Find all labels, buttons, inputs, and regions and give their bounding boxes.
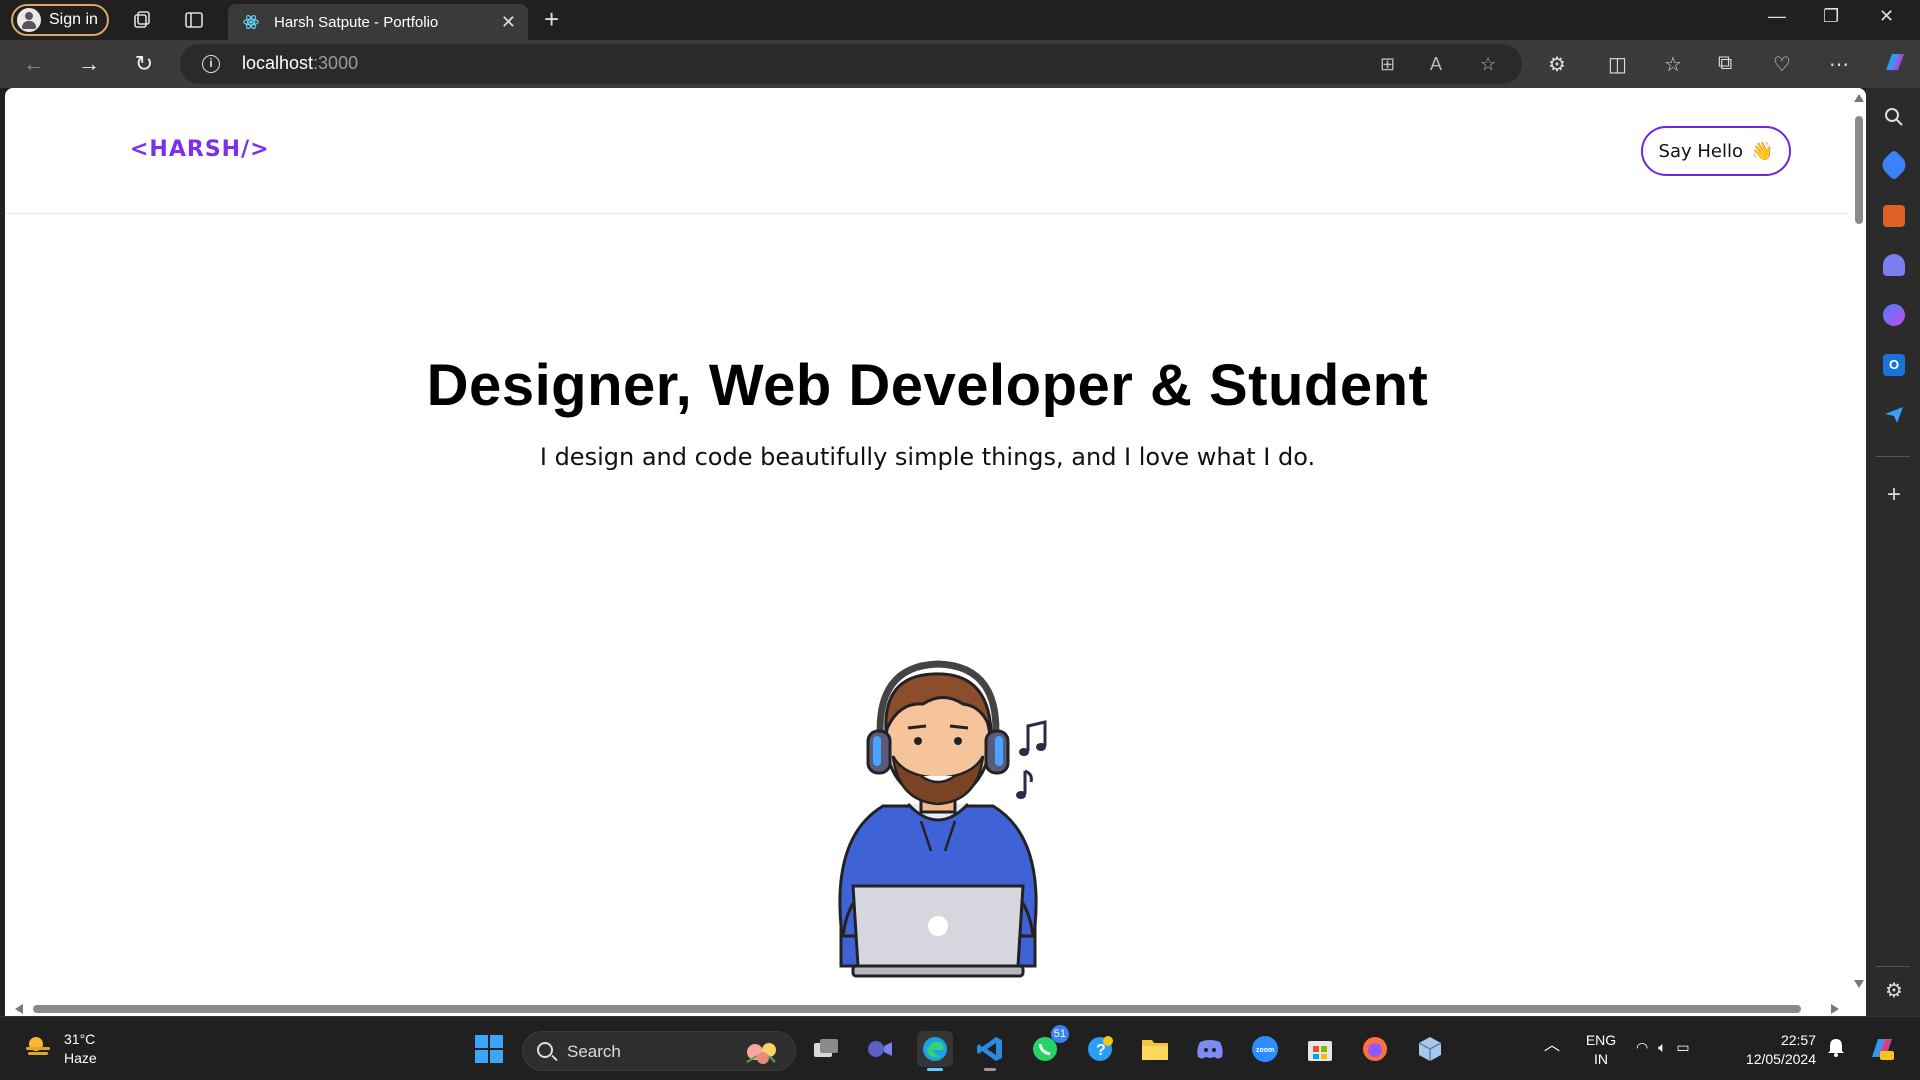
page-viewport: <HARSH/> Say Hello 👋 Designer, Web Devel… (5, 88, 1866, 1016)
extensions-icon[interactable]: ⚙ (1548, 52, 1566, 77)
hero-title: Designer, Web Developer & Student (426, 353, 1429, 418)
music-notes-icon (1016, 720, 1047, 799)
whatsapp-icon[interactable]: 51 (1027, 1025, 1069, 1067)
tools-icon[interactable] (1883, 205, 1905, 227)
volume-icon: 🔈︎ (1658, 1039, 1667, 1055)
tab-title: Harsh Satpute - Portfolio (274, 13, 439, 31)
discord-icon[interactable] (1192, 1031, 1228, 1067)
react-favicon (243, 15, 259, 29)
settings-icon[interactable]: ⚙ (1883, 980, 1905, 1002)
copilot-sidebar-icon[interactable] (1883, 304, 1905, 326)
svg-text:?: ? (1096, 1042, 1106, 1059)
horizontal-scroll-thumb[interactable] (33, 1005, 1801, 1013)
add-icon[interactable]: + (1883, 483, 1905, 507)
zoom-icon[interactable]: zoom (1247, 1031, 1283, 1067)
battery-icon: ▭ (1676, 1039, 1690, 1055)
vertical-scrollbar[interactable] (1850, 88, 1866, 1000)
scroll-right-arrow[interactable] (1831, 1004, 1839, 1014)
show-hidden-icons-chevron-icon[interactable]: ︿ (1544, 1031, 1560, 1055)
tab-actions-icon[interactable] (182, 8, 206, 32)
virtualbox-icon[interactable] (1412, 1031, 1448, 1067)
region-code: IN (1594, 1051, 1608, 1067)
scroll-left-arrow[interactable] (15, 1004, 23, 1014)
copilot-preview-icon[interactable] (1866, 1033, 1896, 1066)
address-bar[interactable]: i localhost:3000 ⊞ A ☆ (180, 44, 1522, 84)
health-icon[interactable]: ♡ (1773, 52, 1791, 77)
microsoft-store-icon[interactable] (1302, 1031, 1338, 1067)
refresh-icon[interactable]: ↻ (132, 51, 156, 76)
favorite-icon[interactable]: ☆ (1480, 54, 1496, 75)
clock-time: 22:57 (1780, 1032, 1816, 1048)
forward-icon[interactable]: → (77, 51, 101, 76)
temperature: 31°C (64, 1031, 96, 1047)
more-icon[interactable]: ⋯ (1829, 52, 1849, 77)
send-icon[interactable] (1883, 404, 1905, 426)
network-icons[interactable]: ◠ 🔈︎ ▭ (1636, 1039, 1690, 1056)
workspaces-icon[interactable] (130, 8, 154, 32)
scroll-up-arrow[interactable] (1854, 94, 1864, 102)
minimize-icon[interactable]: — (1768, 6, 1786, 27)
info-icon[interactable]: i (202, 55, 220, 73)
teams-meet-icon[interactable] (862, 1031, 898, 1067)
hero-subtitle: I design and code beautifully simple thi… (539, 443, 1316, 471)
site-header: <HARSH/> Say Hello 👋 (5, 88, 1850, 214)
close-window-icon[interactable]: ✕ (1879, 6, 1894, 27)
vertical-scroll-thumb[interactable] (1855, 116, 1863, 224)
copilot-icon[interactable] (1880, 48, 1908, 82)
say-hello-label: Say Hello (1658, 140, 1744, 162)
svg-text:zoom: zoom (1256, 1047, 1274, 1054)
close-tab-icon[interactable]: ✕ (501, 12, 516, 33)
waving-hand-icon: 👋 (1751, 140, 1774, 162)
windows-taskbar: 31°C Haze Search 51 ? zoom ︿ ENG IN ◠ 🔈︎… (0, 1016, 1920, 1080)
sign-in-label: Sign in (49, 11, 98, 28)
clock-date: 12/05/2024 (1745, 1051, 1816, 1067)
read-aloud-icon[interactable]: A (1430, 54, 1442, 75)
haze-weather-icon (26, 1037, 50, 1055)
browser-nav-bar: ← → ↻ i localhost:3000 ⊞ A ☆ ⚙ ◫ ☆ ⧉ ♡ ⋯ (0, 40, 1920, 88)
outlook-icon[interactable]: O (1883, 354, 1905, 376)
search-icon[interactable] (1883, 106, 1905, 128)
edge-app-icon[interactable] (917, 1031, 953, 1071)
profile-avatar-icon (17, 8, 41, 32)
browser-title-bar: Sign in Harsh Satpute - Portfolio ✕ + — … (0, 0, 1920, 40)
sidebar-divider (1876, 456, 1910, 457)
search-icon (537, 1042, 553, 1058)
back-icon[interactable]: ← (22, 51, 46, 76)
task-view-icon[interactable] (808, 1031, 844, 1067)
games-icon[interactable] (1883, 254, 1905, 276)
start-button[interactable] (471, 1031, 507, 1067)
taskbar-search[interactable]: Search (522, 1031, 796, 1071)
help-icon[interactable]: ? (1082, 1031, 1118, 1067)
notification-bell-icon[interactable] (1827, 1037, 1845, 1060)
restore-icon[interactable]: ❐ (1823, 6, 1839, 27)
new-tab-button[interactable]: + (544, 4, 559, 35)
search-label: Search (567, 1042, 621, 1061)
site-logo[interactable]: <HARSH/> (130, 137, 270, 162)
edge-sidebar: O + ⚙ (1866, 88, 1920, 1016)
tab-portfolio[interactable]: Harsh Satpute - Portfolio ✕ (228, 4, 528, 40)
shopping-tag-icon[interactable] (1878, 149, 1910, 181)
split-screen-icon[interactable]: ◫ (1608, 52, 1627, 77)
sign-in-button[interactable]: Sign in (11, 4, 109, 36)
favorites-icon[interactable]: ☆ (1664, 52, 1682, 77)
scroll-down-arrow[interactable] (1854, 980, 1864, 988)
say-hello-button[interactable]: Say Hello 👋 (1641, 126, 1791, 176)
system-clock[interactable]: 22:57 12/05/2024 (1730, 1031, 1816, 1069)
weather-condition: Haze (64, 1050, 97, 1066)
apps-icon[interactable]: ⊞ (1380, 54, 1395, 75)
url-text: localhost:3000 (242, 53, 359, 73)
horizontal-scrollbar[interactable] (5, 1000, 1850, 1016)
developer-avatar-illustration (838, 660, 1047, 978)
sidebar-divider-bottom (1876, 966, 1910, 967)
search-highlight-flowers-icon (746, 1043, 776, 1064)
whatsapp-badge: 51 (1050, 1025, 1069, 1043)
collections-icon[interactable]: ⧉ (1718, 52, 1732, 75)
lang-code: ENG (1585, 1032, 1617, 1048)
vscode-icon[interactable] (972, 1031, 1008, 1071)
firefox-icon[interactable] (1357, 1031, 1393, 1067)
file-explorer-icon[interactable] (1137, 1031, 1173, 1067)
wifi-icon: ◠ (1636, 1039, 1649, 1055)
language-indicator[interactable]: ENG IN (1584, 1031, 1618, 1069)
